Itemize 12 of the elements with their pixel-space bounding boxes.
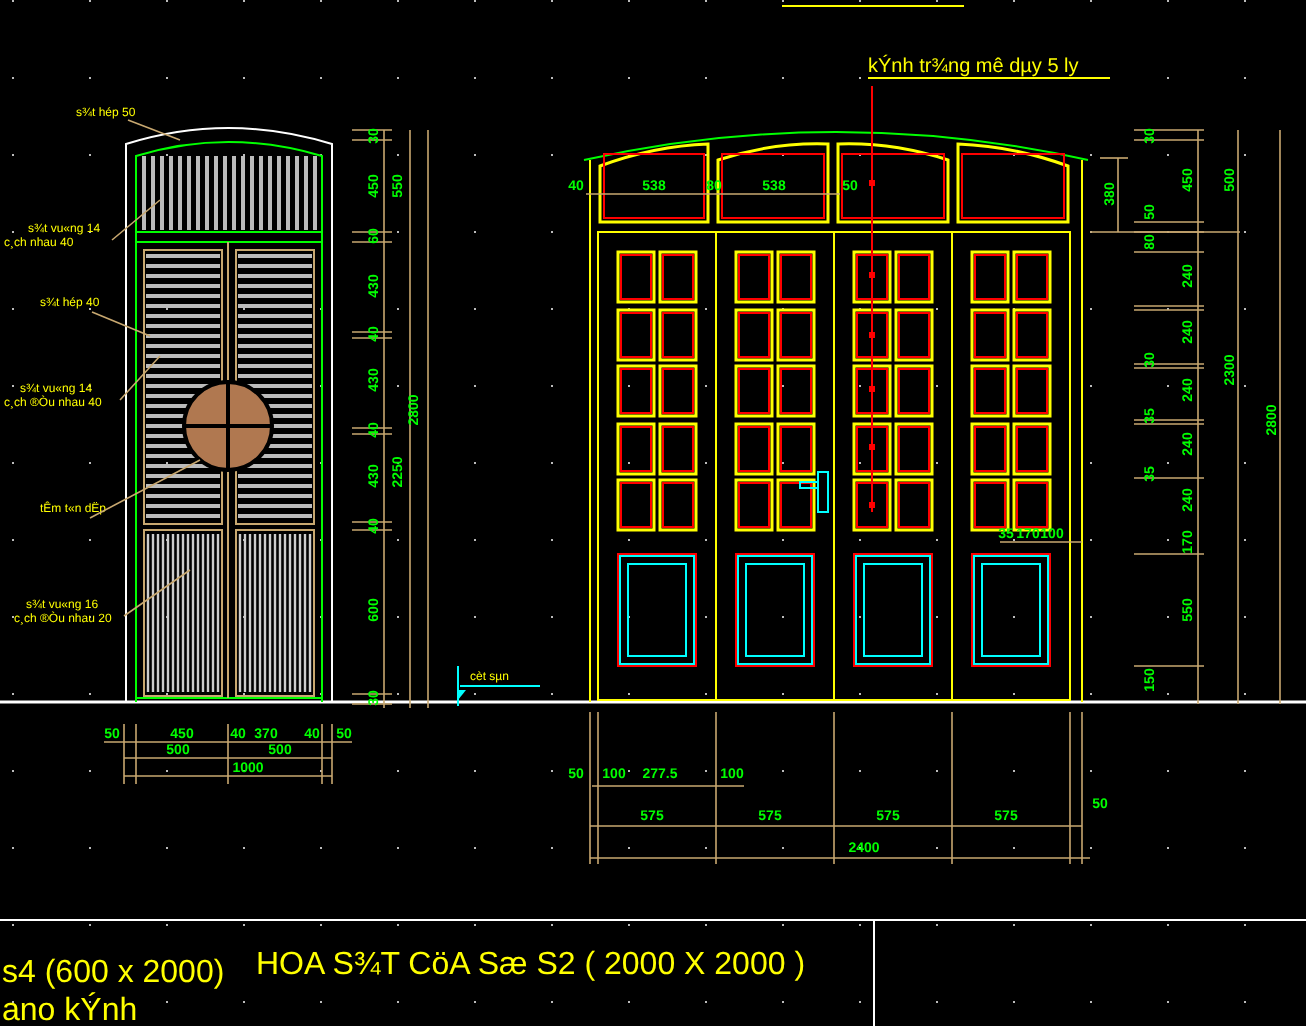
title-label: ano kÝnh	[2, 994, 138, 1026]
leader-line	[89, 459, 201, 519]
callout-label: kÝnh tr¾ng mê dµy 5 ly	[868, 56, 1079, 78]
level-marker-icon	[457, 665, 541, 707]
leader-line	[111, 199, 161, 241]
title-label: HOA S¾T CöA Sæ S2 ( 2000 X 2000 )	[256, 948, 806, 982]
leader-line	[127, 119, 181, 141]
leader-line	[119, 355, 161, 401]
leader-line	[123, 569, 191, 617]
leader-line	[91, 311, 151, 337]
title-label: s4 (600 x 2000)	[2, 956, 225, 990]
door-handle-icon	[799, 471, 829, 513]
